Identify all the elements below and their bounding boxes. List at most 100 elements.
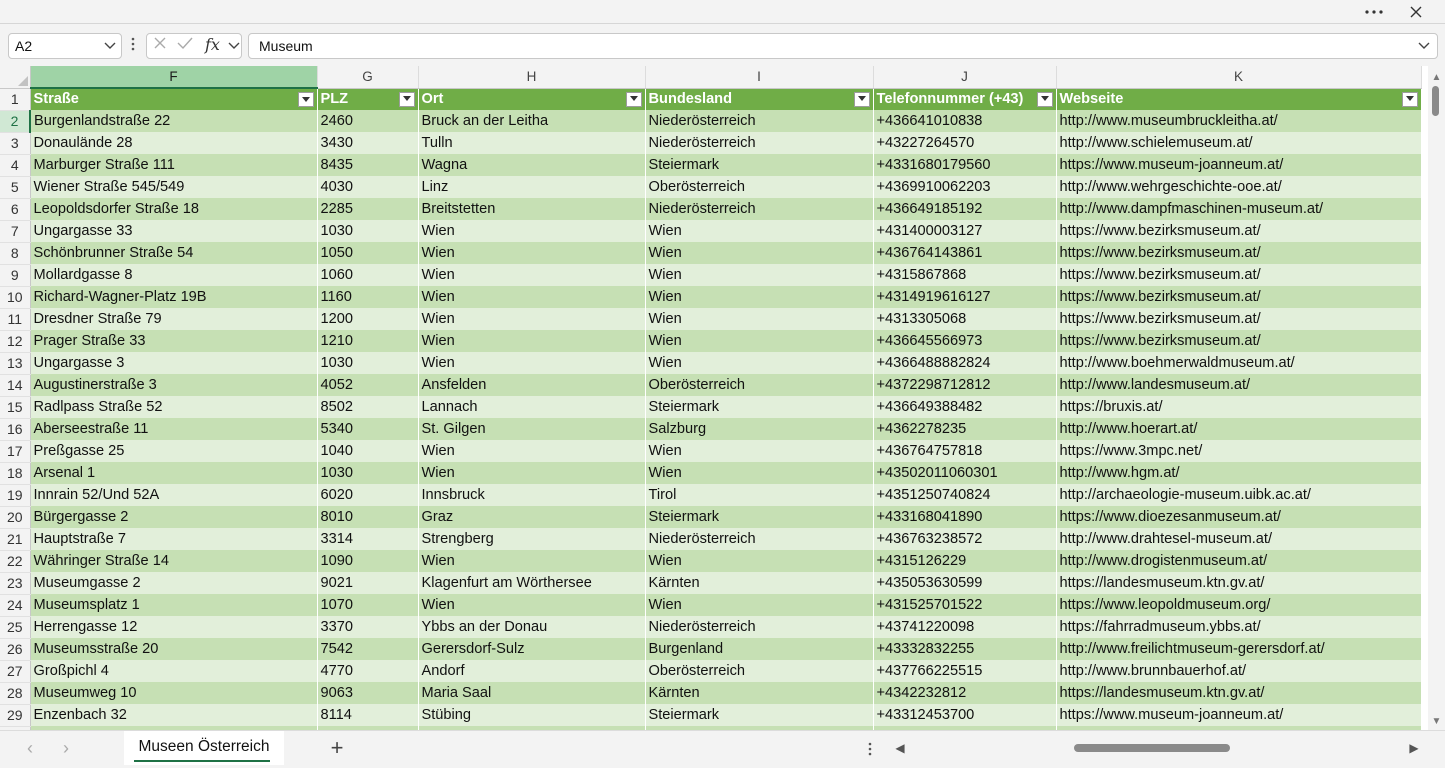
cell[interactable]: 8502 xyxy=(317,396,419,418)
cell[interactable]: Wien xyxy=(418,440,646,462)
cell[interactable]: Wien xyxy=(645,242,874,264)
cell[interactable]: +4314919616127 xyxy=(873,286,1057,308)
cell[interactable]: Stübing xyxy=(418,704,646,726)
row-header[interactable]: 12 xyxy=(0,330,31,353)
add-sheet-icon[interactable]: + xyxy=(326,737,348,759)
cell[interactable]: Wien xyxy=(645,220,874,242)
cell[interactable]: http://www.dampfmaschinen-museum.at/ xyxy=(1056,198,1422,220)
cell[interactable]: Wien xyxy=(418,220,646,242)
cell[interactable]: 1070 xyxy=(317,594,419,616)
cell[interactable]: Arsenal 1 xyxy=(30,462,318,484)
cell[interactable]: Wien xyxy=(645,550,874,572)
row-header[interactable]: 17 xyxy=(0,440,31,463)
filter-dropdown-icon[interactable] xyxy=(1036,91,1053,107)
cell[interactable]: 6020 xyxy=(317,484,419,506)
cell[interactable]: Aberseestraße 11 xyxy=(30,418,318,440)
scroll-right-icon[interactable]: ▶ xyxy=(1408,741,1420,757)
cell[interactable]: +436649185192 xyxy=(873,198,1057,220)
horizontal-scrollbar[interactable]: ◀ ▶ xyxy=(890,739,1426,759)
cell[interactable]: 3370 xyxy=(317,616,419,638)
row-header[interactable]: 22 xyxy=(0,550,31,573)
row-header[interactable]: 25 xyxy=(0,616,31,639)
cell[interactable]: Strengberg xyxy=(418,528,646,550)
cell[interactable]: Steiermark xyxy=(645,704,874,726)
row-header[interactable]: 3 xyxy=(0,132,31,155)
cell[interactable]: Wien xyxy=(645,594,874,616)
cell[interactable]: Preßgasse 25 xyxy=(30,440,318,462)
vertical-scroll-thumb[interactable] xyxy=(1432,86,1439,116)
cell[interactable]: https://www.bezirksmuseum.at/ xyxy=(1056,286,1422,308)
column-header-i[interactable]: I xyxy=(645,66,874,89)
column-header-k[interactable]: K xyxy=(1056,66,1422,89)
cell[interactable]: http://www.hoerart.at/ xyxy=(1056,418,1422,440)
cell[interactable]: +435053630599 xyxy=(873,572,1057,594)
cell[interactable]: https://www.bezirksmuseum.at/ xyxy=(1056,242,1422,264)
cell[interactable]: 3314 xyxy=(317,528,419,550)
cell[interactable]: Wien xyxy=(645,330,874,352)
next-sheet-icon[interactable]: › xyxy=(56,739,76,759)
cell[interactable]: St. Gilgen xyxy=(418,418,646,440)
cell[interactable]: https://www.bezirksmuseum.at/ xyxy=(1056,220,1422,242)
cell[interactable]: 4770 xyxy=(317,660,419,682)
cell[interactable]: 8114 xyxy=(317,704,419,726)
cell[interactable]: Enzenbach 32 xyxy=(30,704,318,726)
cell[interactable]: Richard-Wagner-Platz 19B xyxy=(30,286,318,308)
cell[interactable]: Niederösterreich xyxy=(645,528,874,550)
cell[interactable]: +43502011060301 xyxy=(873,462,1057,484)
cell[interactable]: Oberösterreich xyxy=(645,660,874,682)
cell[interactable]: Leopoldsdorfer Straße 18 xyxy=(30,198,318,220)
column-header-g[interactable]: G xyxy=(317,66,419,89)
cell[interactable]: http://www.boehmerwaldmuseum.at/ xyxy=(1056,352,1422,374)
cell[interactable]: Ungargasse 33 xyxy=(30,220,318,242)
cell[interactable]: Museumweg 10 xyxy=(30,682,318,704)
scroll-up-icon[interactable]: ▲ xyxy=(1431,72,1442,83)
cell[interactable]: https://www.dioezesanmuseum.at/ xyxy=(1056,506,1422,528)
cell[interactable]: https://fahrradmuseum.ybbs.at/ xyxy=(1056,616,1422,638)
cell[interactable]: Wien xyxy=(645,352,874,374)
cell[interactable]: +4315126229 xyxy=(873,550,1057,572)
cell[interactable]: https://bruxis.at/ xyxy=(1056,396,1422,418)
header-cell[interactable]: PLZ xyxy=(317,88,419,110)
cell[interactable]: Niederösterreich xyxy=(645,616,874,638)
cell[interactable]: https://www.bezirksmuseum.at/ xyxy=(1056,308,1422,330)
cell[interactable]: 5340 xyxy=(317,418,419,440)
row-header[interactable]: 26 xyxy=(0,638,31,661)
cell[interactable]: Maria Saal xyxy=(418,682,646,704)
cell[interactable]: Burgenlandstraße 22 xyxy=(30,110,318,132)
filter-dropdown-icon[interactable] xyxy=(625,91,642,107)
cell[interactable]: 8010 xyxy=(317,506,419,528)
formula-input[interactable]: Museum xyxy=(248,33,1438,59)
name-box[interactable]: A2 xyxy=(8,33,122,59)
cell[interactable]: +4331680179560 xyxy=(873,154,1057,176)
cell[interactable]: https://www.leopoldmuseum.org/ xyxy=(1056,594,1422,616)
header-cell[interactable]: Telefonnummer (+43) xyxy=(873,88,1057,110)
cell[interactable]: http://www.drogistenmuseum.at/ xyxy=(1056,550,1422,572)
cell[interactable]: +4372298712812 xyxy=(873,374,1057,396)
sheet-tab-museen-osterreich[interactable]: Museen Österreich xyxy=(124,731,284,765)
chevron-down-icon[interactable] xyxy=(227,35,241,57)
cell[interactable]: Museumsstraße 20 xyxy=(30,638,318,660)
header-cell[interactable]: Straße xyxy=(30,88,318,110)
cell[interactable]: 2285 xyxy=(317,198,419,220)
cell[interactable]: Dresdner Straße 79 xyxy=(30,308,318,330)
cell[interactable]: Andorf xyxy=(418,660,646,682)
cell[interactable]: Salzburg xyxy=(645,418,874,440)
cell[interactable]: Wien xyxy=(645,440,874,462)
cell[interactable]: Wien xyxy=(645,308,874,330)
cell[interactable]: Wien xyxy=(418,462,646,484)
filter-dropdown-icon[interactable] xyxy=(1401,91,1418,107)
cell[interactable]: +437766225515 xyxy=(873,660,1057,682)
worksheet-grid[interactable]: FGHIJK 1 Straße PLZ Ort Bundesland Telefonnum… xyxy=(0,66,1428,730)
cell[interactable]: https://www.3mpc.net/ xyxy=(1056,440,1422,462)
cell[interactable]: +4315867868 xyxy=(873,264,1057,286)
cell[interactable]: +431525701522 xyxy=(873,594,1057,616)
cell[interactable]: Oberösterreich xyxy=(645,374,874,396)
cell[interactable]: Mollardgasse 8 xyxy=(30,264,318,286)
cell[interactable]: Wien xyxy=(418,352,646,374)
cell[interactable]: Burgenland xyxy=(645,638,874,660)
cell[interactable]: +436764143861 xyxy=(873,242,1057,264)
cell[interactable]: http://www.brunnbauerhof.at/ xyxy=(1056,660,1422,682)
filter-dropdown-icon[interactable] xyxy=(297,92,314,107)
cell[interactable]: Bruck an der Leitha xyxy=(418,110,646,132)
cell[interactable]: Augustinerstraße 3 xyxy=(30,374,318,396)
